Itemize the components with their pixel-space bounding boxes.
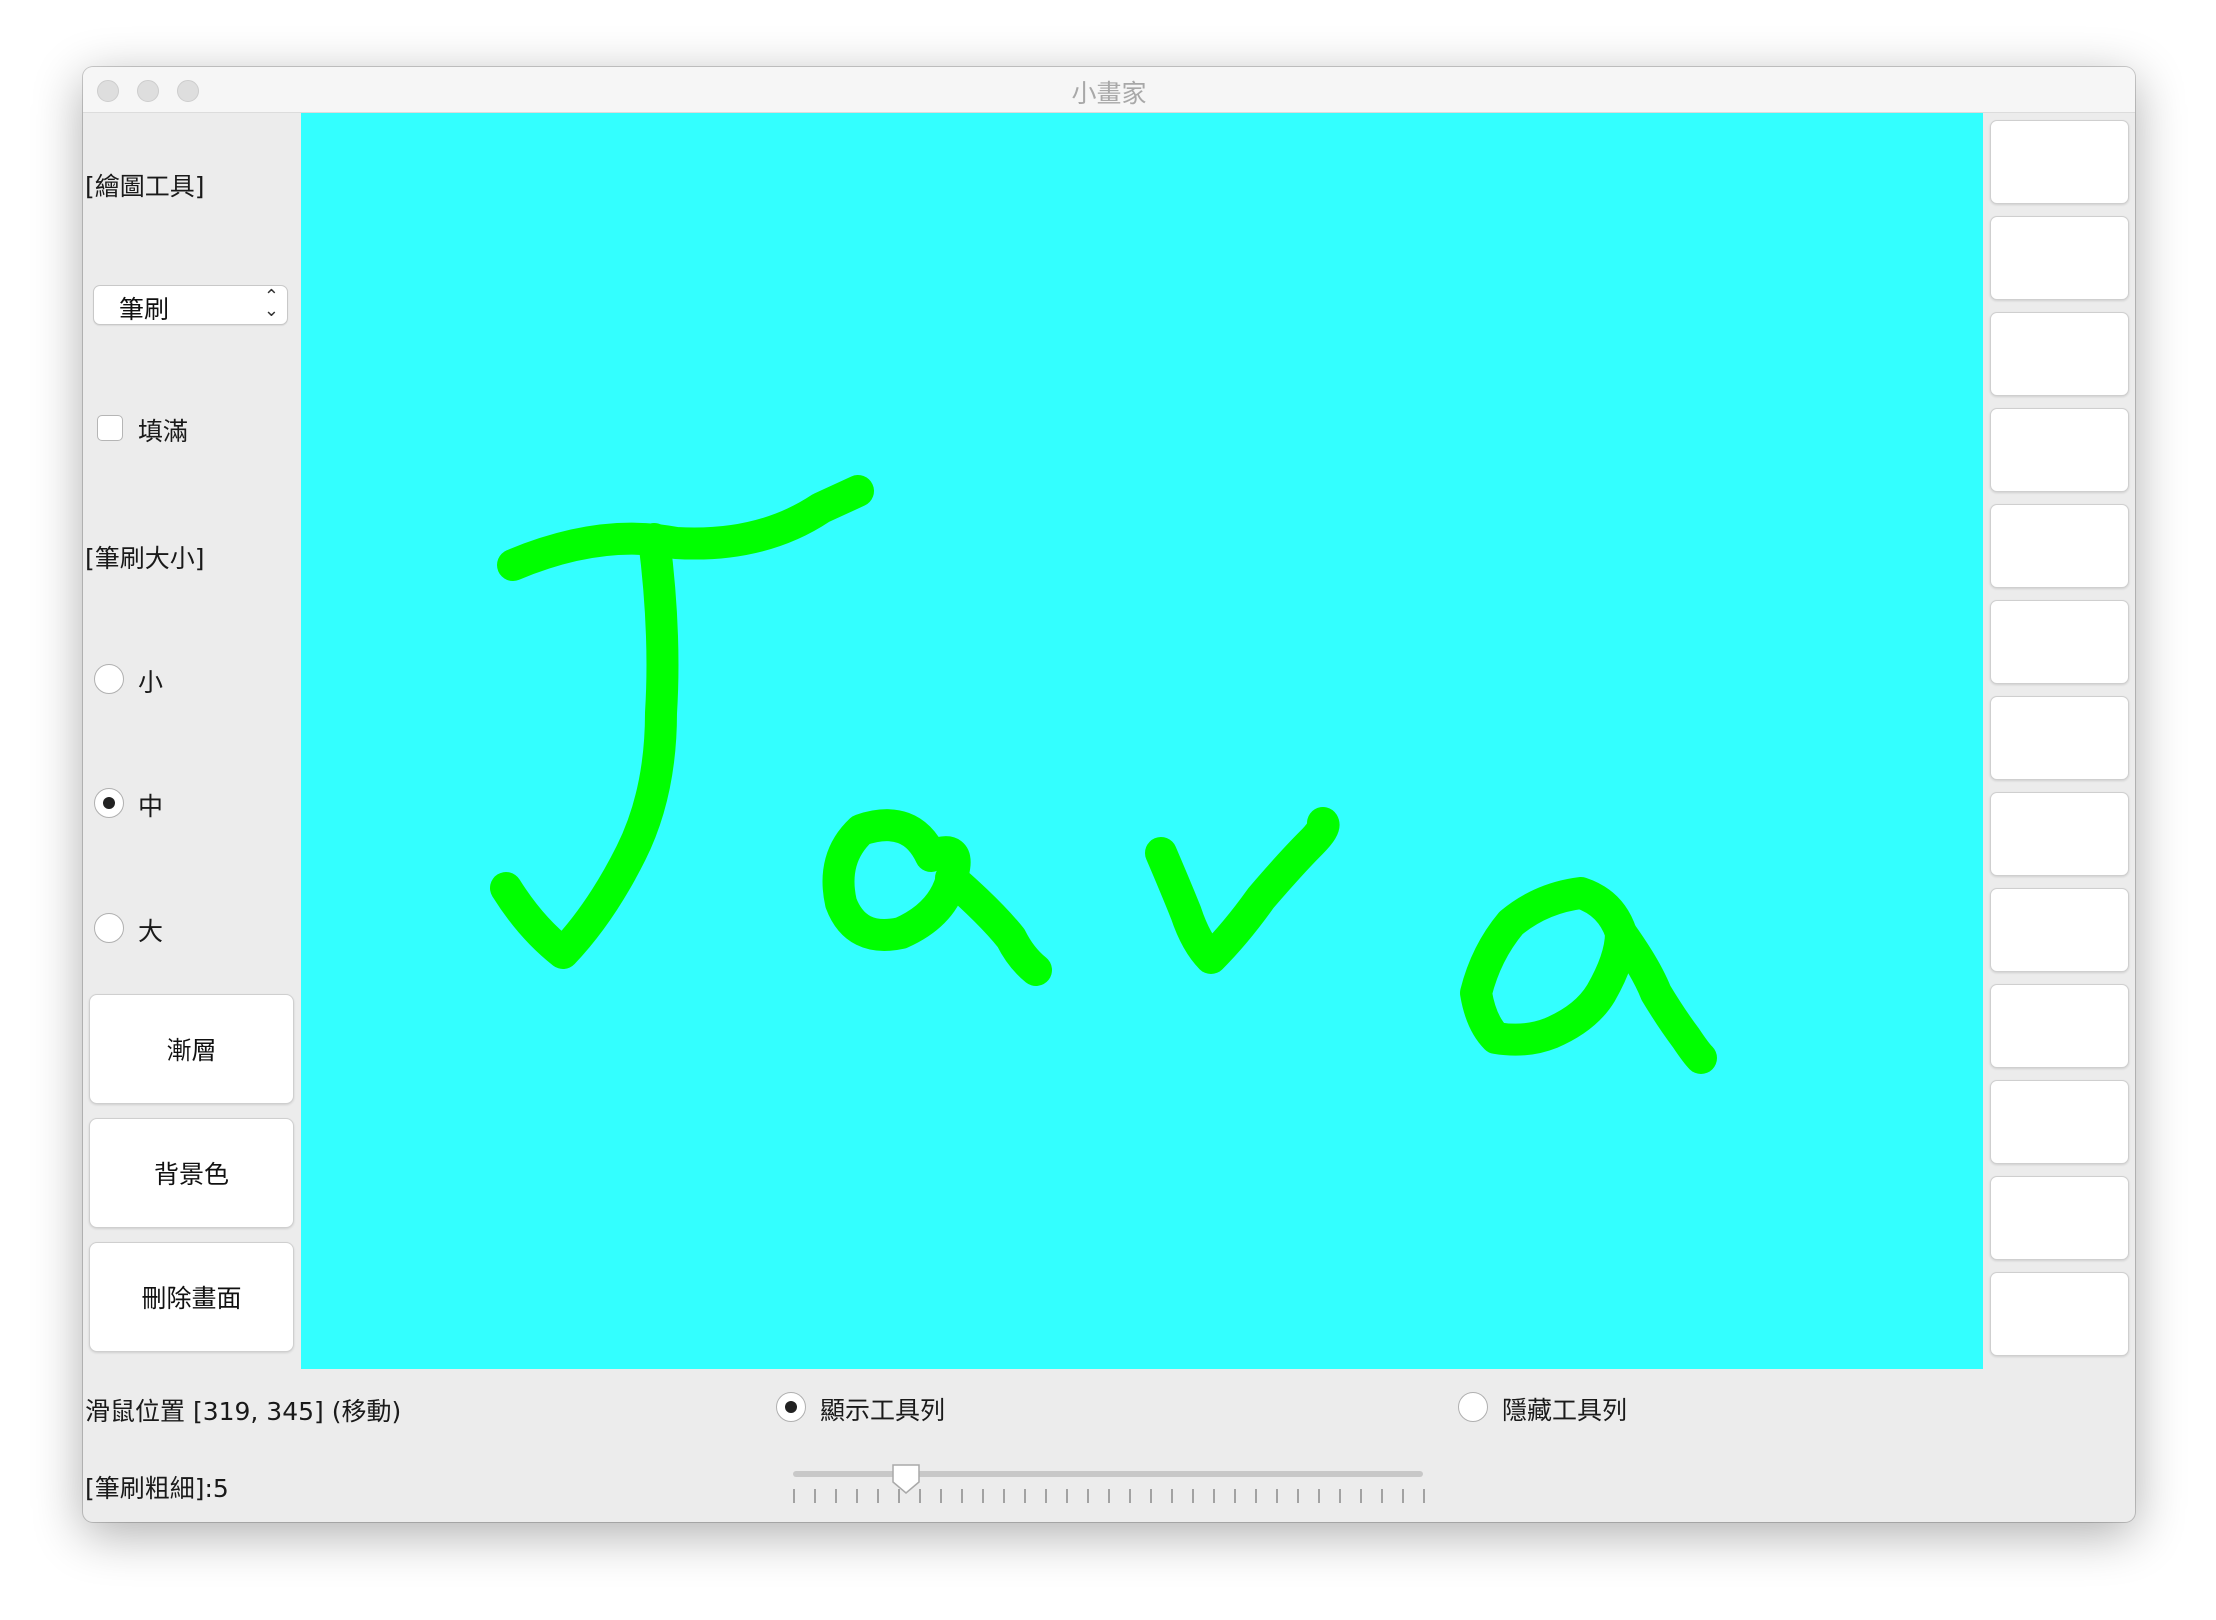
- slider-track[interactable]: [793, 1471, 1423, 1477]
- color-swatch[interactable]: [1990, 504, 2129, 588]
- clear-canvas-button[interactable]: 刪除畫面: [89, 1242, 294, 1352]
- window-title: 小畫家: [1071, 79, 1147, 108]
- stroke-letter-j-top: [497, 475, 874, 581]
- size-small-label: 小: [138, 668, 164, 697]
- fill-checkbox[interactable]: [97, 415, 123, 441]
- fill-checkbox-label: 填滿: [138, 417, 189, 446]
- tools-label: [繪圖工具]: [85, 172, 205, 201]
- size-medium-radio[interactable]: [94, 788, 124, 818]
- stroke-letter-a1-tail: [935, 862, 1052, 986]
- select-chevron-icon: ⌃ ⌄: [263, 286, 279, 321]
- canvas-drawing: [490, 475, 1717, 1074]
- drawing-canvas[interactable]: [301, 113, 1983, 1369]
- color-swatch[interactable]: [1990, 1272, 2129, 1356]
- mouse-position-text: 滑鼠位置 [319, 345] (移動): [85, 1397, 402, 1426]
- gradient-button[interactable]: 漸層: [89, 994, 294, 1104]
- stroke-letter-a2-tail: [1605, 917, 1717, 1074]
- color-swatch[interactable]: [1990, 408, 2129, 492]
- stroke-letter-v: [1145, 807, 1340, 974]
- color-swatch[interactable]: [1990, 696, 2129, 780]
- paint-window: 小畫家 [繪圖工具] 筆刷 ⌃ ⌄ 填滿 [筆刷大小] 小 中 大 漸層 背景色 …: [83, 67, 2135, 1522]
- hide-toolbar-label: 隱藏工具列: [1502, 1396, 1628, 1425]
- color-swatch[interactable]: [1990, 600, 2129, 684]
- stroke-letter-j-stem: [490, 523, 679, 969]
- show-toolbar-label: 顯示工具列: [820, 1396, 946, 1425]
- color-swatch[interactable]: [1990, 216, 2129, 300]
- brush-size-label: [筆刷大小]: [85, 544, 205, 573]
- hide-toolbar-radio[interactable]: [1458, 1392, 1488, 1422]
- color-swatch[interactable]: [1990, 120, 2129, 204]
- size-large-radio[interactable]: [94, 913, 124, 943]
- color-swatch[interactable]: [1990, 1176, 2129, 1260]
- slider-ticks: [793, 1489, 1425, 1503]
- show-toolbar-radio[interactable]: [776, 1392, 806, 1422]
- size-large-label: 大: [138, 917, 164, 946]
- color-swatch[interactable]: [1990, 1080, 2129, 1164]
- tool-select-value: 筆刷: [119, 295, 170, 324]
- color-swatch[interactable]: [1990, 888, 2129, 972]
- tool-select[interactable]: 筆刷 ⌃ ⌄: [93, 285, 288, 325]
- size-small-radio[interactable]: [94, 664, 124, 694]
- background-color-button[interactable]: 背景色: [89, 1118, 294, 1228]
- color-swatch[interactable]: [1990, 312, 2129, 396]
- color-swatch[interactable]: [1990, 984, 2129, 1068]
- title-bar: 小畫家: [83, 67, 2135, 113]
- brush-thickness-label: [筆刷粗細]:5: [85, 1474, 229, 1503]
- stroke-letter-a2-bowl: [1460, 877, 1637, 1056]
- size-medium-label: 中: [138, 792, 164, 821]
- color-swatch[interactable]: [1990, 792, 2129, 876]
